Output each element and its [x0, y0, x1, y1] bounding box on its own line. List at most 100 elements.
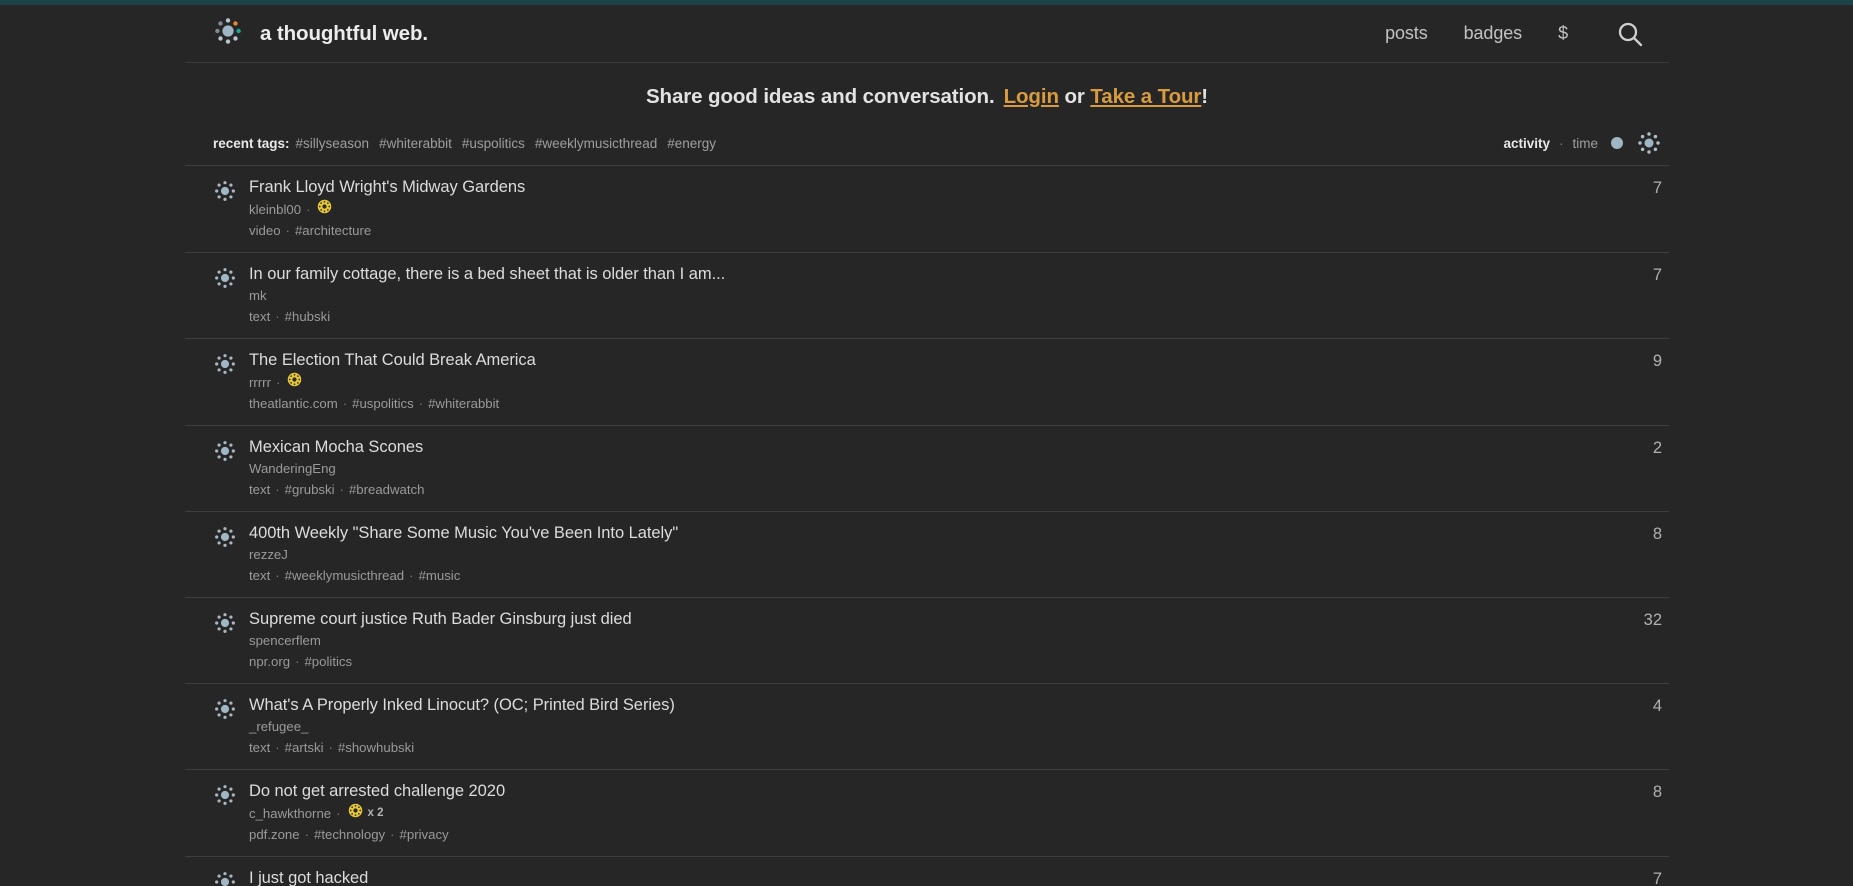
take-a-tour-link[interactable]: Take a Tour [1090, 85, 1201, 108]
meta-separator: · [390, 827, 395, 842]
post-title[interactable]: Frank Lloyd Wright's Midway Gardens [249, 177, 1600, 197]
meta-separator: · [275, 568, 280, 583]
post-tag[interactable]: #privacy [400, 827, 449, 842]
post-source[interactable]: npr.org [249, 654, 290, 669]
post-title[interactable]: What's A Properly Inked Linocut? (OC; Pr… [249, 695, 1600, 715]
tag-item[interactable]: #uspolitics [462, 136, 525, 151]
post-title[interactable]: 400th Weekly "Share Some Music You've Be… [249, 523, 1600, 543]
nav-posts[interactable]: posts [1385, 23, 1428, 44]
post-source[interactable]: video [249, 223, 281, 238]
post-author[interactable]: _refugee_ [249, 717, 308, 736]
comment-count[interactable]: 2 [1600, 437, 1662, 458]
sort-separator: · [1558, 135, 1564, 151]
nav-dollar[interactable]: $ [1558, 23, 1568, 44]
post-row[interactable]: Do not get arrested challenge 2020 c_hawk… [185, 770, 1669, 857]
sun-ring-icon [213, 870, 237, 886]
page-container: a thoughtful web. posts badges $ Share g… [184, 5, 1669, 886]
post-title[interactable]: Mexican Mocha Scones [249, 437, 1600, 457]
sun-ring-icon [213, 783, 237, 812]
gold-badge-icon[interactable] [287, 372, 302, 392]
brand-home-link[interactable]: a thoughtful web. [213, 16, 428, 51]
post-tag[interactable]: #whiterabbit [428, 396, 499, 411]
post-body: I just got hackedgoobstertext·#security·… [249, 868, 1600, 886]
sun-ring-icon [213, 179, 237, 208]
post-author[interactable]: rezzeJ [249, 545, 288, 564]
meta-separator: · [418, 396, 424, 411]
sort-by-activity[interactable]: activity [1503, 136, 1550, 151]
post-row[interactable]: What's A Properly Inked Linocut? (OC; Pr… [185, 684, 1669, 770]
filled-circle-icon[interactable] [1611, 137, 1623, 149]
comment-count[interactable]: 7 [1600, 868, 1662, 886]
badge-multiplier: x 2 [367, 806, 384, 819]
comment-count[interactable]: 7 [1600, 177, 1662, 198]
post-tag[interactable]: #uspolitics [352, 396, 414, 411]
sun-ring-icon [213, 352, 237, 381]
post-title[interactable]: Do not get arrested challenge 2020 [249, 781, 1600, 801]
post-title[interactable]: Supreme court justice Ruth Bader Ginsbur… [249, 609, 1600, 629]
post-author[interactable]: spencerflem [249, 631, 321, 650]
sun-ring-icon[interactable] [1636, 130, 1662, 156]
post-meta: mk [249, 286, 1600, 305]
post-source[interactable]: pdf.zone [249, 827, 300, 842]
comment-count[interactable]: 8 [1600, 781, 1662, 802]
post-row[interactable]: In our family cottage, there is a bed sh… [185, 253, 1669, 339]
meta-separator: · [306, 201, 311, 217]
tag-item[interactable]: #whiterabbit [379, 136, 452, 151]
meta-separator: · [342, 396, 348, 411]
post-author[interactable]: c_hawkthorne [249, 804, 331, 823]
search-icon[interactable] [1616, 20, 1644, 48]
nav-badges[interactable]: badges [1464, 23, 1523, 44]
post-author[interactable]: mk [249, 286, 267, 305]
post-title[interactable]: In our family cottage, there is a bed sh… [249, 264, 1600, 284]
post-row[interactable]: Supreme court justice Ruth Bader Ginsbur… [185, 598, 1669, 684]
post-tag[interactable]: #showhubski [338, 740, 414, 755]
gold-badge-icon[interactable] [348, 803, 363, 823]
post-source-and-tags: video · #architecture [249, 221, 1600, 240]
page-title: a thoughtful web. [260, 21, 428, 45]
comment-count[interactable]: 4 [1600, 695, 1662, 716]
comment-count[interactable]: 7 [1600, 264, 1662, 285]
tag-item[interactable]: #sillyseason [296, 136, 370, 151]
post-tag[interactable]: #politics [304, 654, 352, 669]
post-source[interactable]: text [249, 309, 270, 324]
post-body: The Election That Could Break America rrr… [249, 350, 1600, 413]
post-row[interactable]: 400th Weekly "Share Some Music You've Be… [185, 512, 1669, 598]
gold-badge-icon[interactable] [317, 199, 332, 219]
post-tag[interactable]: #technology [314, 827, 385, 842]
post-tag[interactable]: #grubski [285, 482, 335, 497]
tag-item[interactable]: #weeklymusicthread [535, 136, 657, 151]
post-body: Supreme court justice Ruth Bader Ginsbur… [249, 609, 1600, 671]
comment-count[interactable]: 32 [1600, 609, 1662, 630]
sort-by-time[interactable]: time [1572, 136, 1598, 151]
post-author[interactable]: rrrrr [249, 373, 271, 392]
post-author[interactable]: kleinbl00 [249, 200, 301, 219]
post-meta: spencerflem [249, 631, 1600, 650]
sun-ring-icon [213, 611, 237, 640]
tagline-banner: Share good ideas and conversation. Login … [185, 63, 1669, 130]
post-tag[interactable]: #hubski [285, 309, 330, 324]
post-tag[interactable]: #weeklymusicthread [285, 568, 404, 583]
post-source[interactable]: theatlantic.com [249, 396, 338, 411]
post-row[interactable]: Mexican Mocha Scones WanderingEng text · #gr… [185, 426, 1669, 512]
sun-ring-icon [213, 525, 237, 554]
meta-separator: · [275, 482, 280, 497]
comment-count[interactable]: 8 [1600, 523, 1662, 544]
post-tag[interactable]: #music [419, 568, 461, 583]
post-tag[interactable]: #breadwatch [349, 482, 425, 497]
post-title[interactable]: I just got hacked [249, 868, 1600, 886]
post-source-and-tags: text · #hubski [249, 307, 1600, 326]
login-link[interactable]: Login [1004, 85, 1059, 108]
post-source[interactable]: text [249, 568, 270, 583]
sun-ring-icon [213, 266, 237, 295]
post-author[interactable]: WanderingEng [249, 459, 336, 478]
post-tag[interactable]: #artski [285, 740, 324, 755]
comment-count[interactable]: 9 [1600, 350, 1662, 371]
post-row[interactable]: I just got hackedgoobstertext·#security·… [185, 857, 1669, 886]
post-row[interactable]: The Election That Could Break America rrr… [185, 339, 1669, 426]
post-tag[interactable]: #architecture [295, 223, 371, 238]
post-source[interactable]: text [249, 740, 270, 755]
post-source[interactable]: text [249, 482, 270, 497]
tag-item[interactable]: #energy [667, 136, 716, 151]
post-row[interactable]: Frank Lloyd Wright's Midway Gardens klein… [185, 166, 1669, 253]
post-title[interactable]: The Election That Could Break America [249, 350, 1600, 370]
